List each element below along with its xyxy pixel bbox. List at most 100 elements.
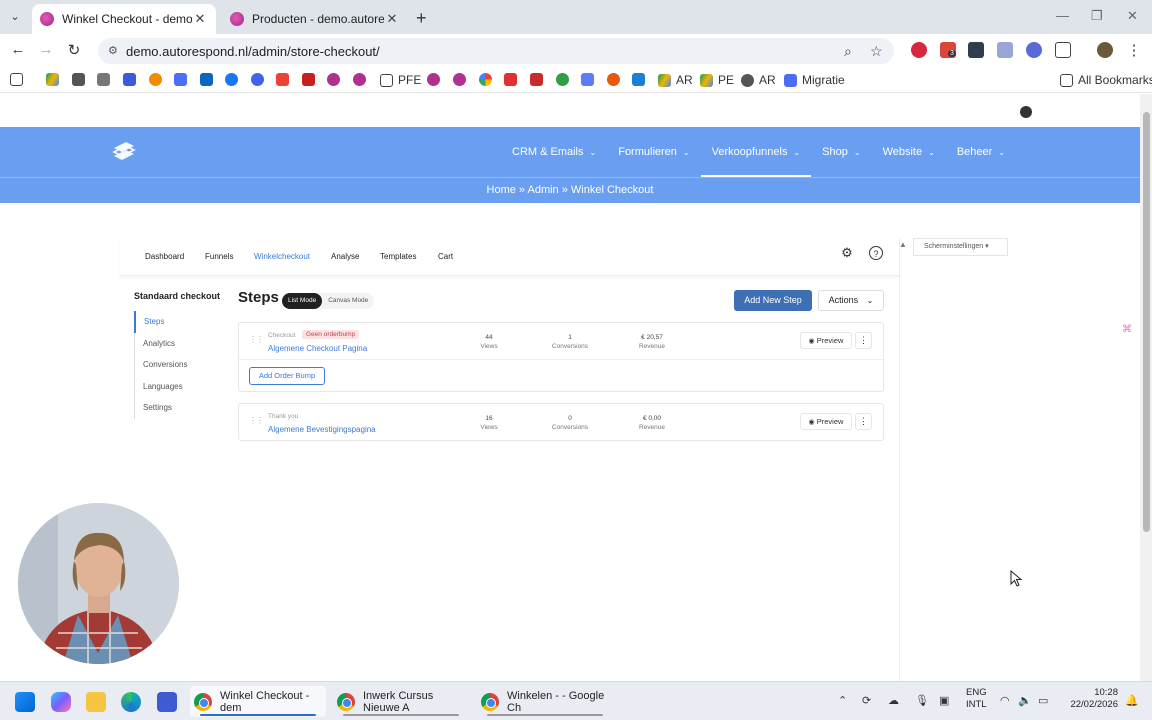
bookmark-v[interactable]: [123, 73, 141, 86]
bookmark-at[interactable]: [607, 73, 625, 86]
browser-menu-icon[interactable]: ⋮: [1124, 41, 1144, 59]
taskbar-app-inwerk-cursus[interactable]: Inwerk Cursus Nieuwe A: [333, 686, 469, 717]
battery-icon[interactable]: ▭: [1038, 694, 1048, 707]
preview-button[interactable]: ◉ Preview: [800, 413, 852, 430]
display-icon[interactable]: ▣: [939, 694, 949, 707]
help-icon[interactable]: ?: [869, 246, 883, 260]
nav-website[interactable]: Website ⌄: [872, 127, 946, 177]
all-bookmarks[interactable]: All Bookmarks: [1060, 73, 1152, 87]
new-tab-icon[interactable]: +: [416, 8, 427, 29]
bookmark-ar-2[interactable]: AR: [741, 73, 776, 87]
screen-extension-icon[interactable]: [968, 42, 984, 58]
edge-icon[interactable]: [121, 690, 141, 714]
close-tab-icon[interactable]: ✕: [192, 11, 208, 27]
gmail-icon[interactable]: [302, 73, 320, 86]
forward-icon[interactable]: →: [36, 41, 56, 58]
bookmark-migratie[interactable]: Migratie: [784, 73, 845, 87]
more-options-icon[interactable]: ⋮: [855, 332, 872, 349]
nav-verkoopfunnels[interactable]: Verkoopfunnels ⌄: [700, 127, 812, 177]
wifi-icon[interactable]: ◠: [1000, 694, 1010, 707]
sync-icon[interactable]: ⟳: [862, 694, 871, 707]
back-icon[interactable]: ←: [8, 41, 28, 58]
microphone-icon[interactable]: 🎙: [915, 694, 929, 707]
drag-handle-icon[interactable]: ⋮⋮: [249, 416, 264, 425]
windows-start-icon[interactable]: [15, 690, 35, 714]
nav-formulieren[interactable]: Formulieren ⌄: [607, 127, 700, 177]
site-info-icon[interactable]: ⚙: [108, 44, 118, 57]
file-explorer-icon[interactable]: [86, 690, 106, 714]
canvas-mode-button[interactable]: Canvas Mode: [322, 293, 374, 309]
step-name-link[interactable]: Algemene Bevestigingspagina: [268, 425, 376, 434]
sidebar-item-settings[interactable]: Settings: [135, 397, 224, 419]
bookmark-link[interactable]: [581, 73, 599, 86]
taskbar-clock[interactable]: 10:28 22/02/2026: [1066, 687, 1118, 711]
autorespond-icon[interactable]: [453, 73, 471, 86]
opera-extension-icon[interactable]: [911, 42, 927, 58]
circle-extension-icon[interactable]: [1026, 42, 1042, 58]
apps-grid-icon[interactable]: [10, 73, 28, 86]
sidebar-item-languages[interactable]: Languages: [135, 376, 224, 398]
taskbar-app-winkelen[interactable]: Winkelen - - Google Ch: [477, 686, 613, 717]
side-panel-handle-icon[interactable]: ⌘: [1122, 324, 1136, 338]
close-tab-icon[interactable]: ✕: [384, 11, 400, 27]
drag-handle-icon[interactable]: ⋮⋮: [249, 335, 264, 344]
input-language-indicator[interactable]: ENG INTL: [966, 687, 987, 711]
bookmark-folder-pfe[interactable]: PFE: [380, 73, 421, 87]
bookmark-cloud[interactable]: [149, 73, 167, 86]
add-order-bump-button[interactable]: Add Order Bump: [249, 367, 325, 385]
page-scrollbar[interactable]: [1140, 94, 1152, 681]
user-account-icon[interactable]: [1020, 106, 1032, 118]
more-options-icon[interactable]: ⋮: [855, 413, 872, 430]
bookmark-tool[interactable]: [72, 73, 90, 86]
bookmark-car[interactable]: [174, 73, 192, 86]
linkedin-icon[interactable]: [200, 73, 218, 86]
bookmark-tool-2[interactable]: [97, 73, 115, 86]
sidebar-item-steps[interactable]: Steps: [134, 311, 224, 333]
nav-beheer[interactable]: Beheer ⌄: [946, 127, 1016, 177]
step-name-link[interactable]: Algemene Checkout Pagina: [268, 344, 367, 353]
cloud-icon[interactable]: ☁: [888, 694, 899, 707]
gmail-icon[interactable]: [276, 73, 294, 86]
list-mode-button[interactable]: List Mode: [282, 293, 323, 309]
nav-crm-emails[interactable]: CRM & Emails ⌄: [501, 127, 607, 177]
volume-icon[interactable]: 🔈: [1018, 694, 1032, 707]
bookmark-ar[interactable]: AR: [658, 73, 693, 87]
subnav-winkelcheckout[interactable]: Winkelcheckout: [254, 252, 310, 261]
gear-icon[interactable]: ⚙: [840, 246, 854, 260]
subnav-dashboard[interactable]: Dashboard: [145, 252, 184, 261]
zoom-search-icon[interactable]: ⌕: [844, 43, 852, 60]
google-icon[interactable]: [479, 73, 497, 86]
image-extension-icon[interactable]: [997, 42, 1013, 58]
address-bar[interactable]: ⚙ demo.autorespond.nl/admin/store-checko…: [98, 38, 894, 64]
notification-bell-icon[interactable]: 🔔: [1125, 694, 1139, 707]
minimize-icon[interactable]: —: [1056, 8, 1069, 23]
preview-button[interactable]: ◉ Preview: [800, 332, 852, 349]
facebook-icon[interactable]: [225, 73, 243, 86]
window-close-icon[interactable]: ✕: [1127, 8, 1138, 24]
profile-avatar[interactable]: [1097, 42, 1113, 58]
bookmark-green[interactable]: [556, 73, 574, 86]
breadcrumb[interactable]: Home » Admin » Winkel Checkout: [0, 177, 1140, 203]
taskbar-app-winkel-checkout[interactable]: Winkel Checkout - dem: [190, 686, 326, 717]
media-app-icon[interactable]: [157, 690, 177, 714]
reload-icon[interactable]: ↻: [64, 41, 84, 59]
autorespond-logo[interactable]: [110, 139, 138, 165]
scrollbar-thumb[interactable]: [1143, 112, 1150, 532]
bookmark-star-icon[interactable]: ☆: [870, 43, 883, 60]
subnav-funnels[interactable]: Funnels: [205, 252, 233, 261]
autorespond-icon[interactable]: [353, 73, 371, 86]
bookmark-blocks[interactable]: [632, 73, 650, 86]
autorespond-icon[interactable]: [427, 73, 445, 86]
browser-tab-active[interactable]: Winkel Checkout - demo.autore ✕: [32, 4, 216, 34]
restore-icon[interactable]: ❐: [1091, 8, 1103, 24]
screen-settings-dropdown[interactable]: Scherminstellingen ▾: [913, 238, 1008, 256]
bookmark-red[interactable]: [504, 73, 522, 86]
sidebar-item-conversions[interactable]: Conversions: [135, 354, 224, 376]
copilot-icon[interactable]: [51, 690, 71, 714]
sidebar-item-analytics[interactable]: Analytics: [135, 333, 224, 355]
autorespond-icon[interactable]: [327, 73, 345, 86]
nav-shop[interactable]: Shop ⌄: [811, 127, 871, 177]
bookmark-pe[interactable]: PE: [700, 73, 734, 87]
bookmark-red-2[interactable]: [530, 73, 548, 86]
add-new-step-button[interactable]: Add New Step: [734, 290, 812, 311]
